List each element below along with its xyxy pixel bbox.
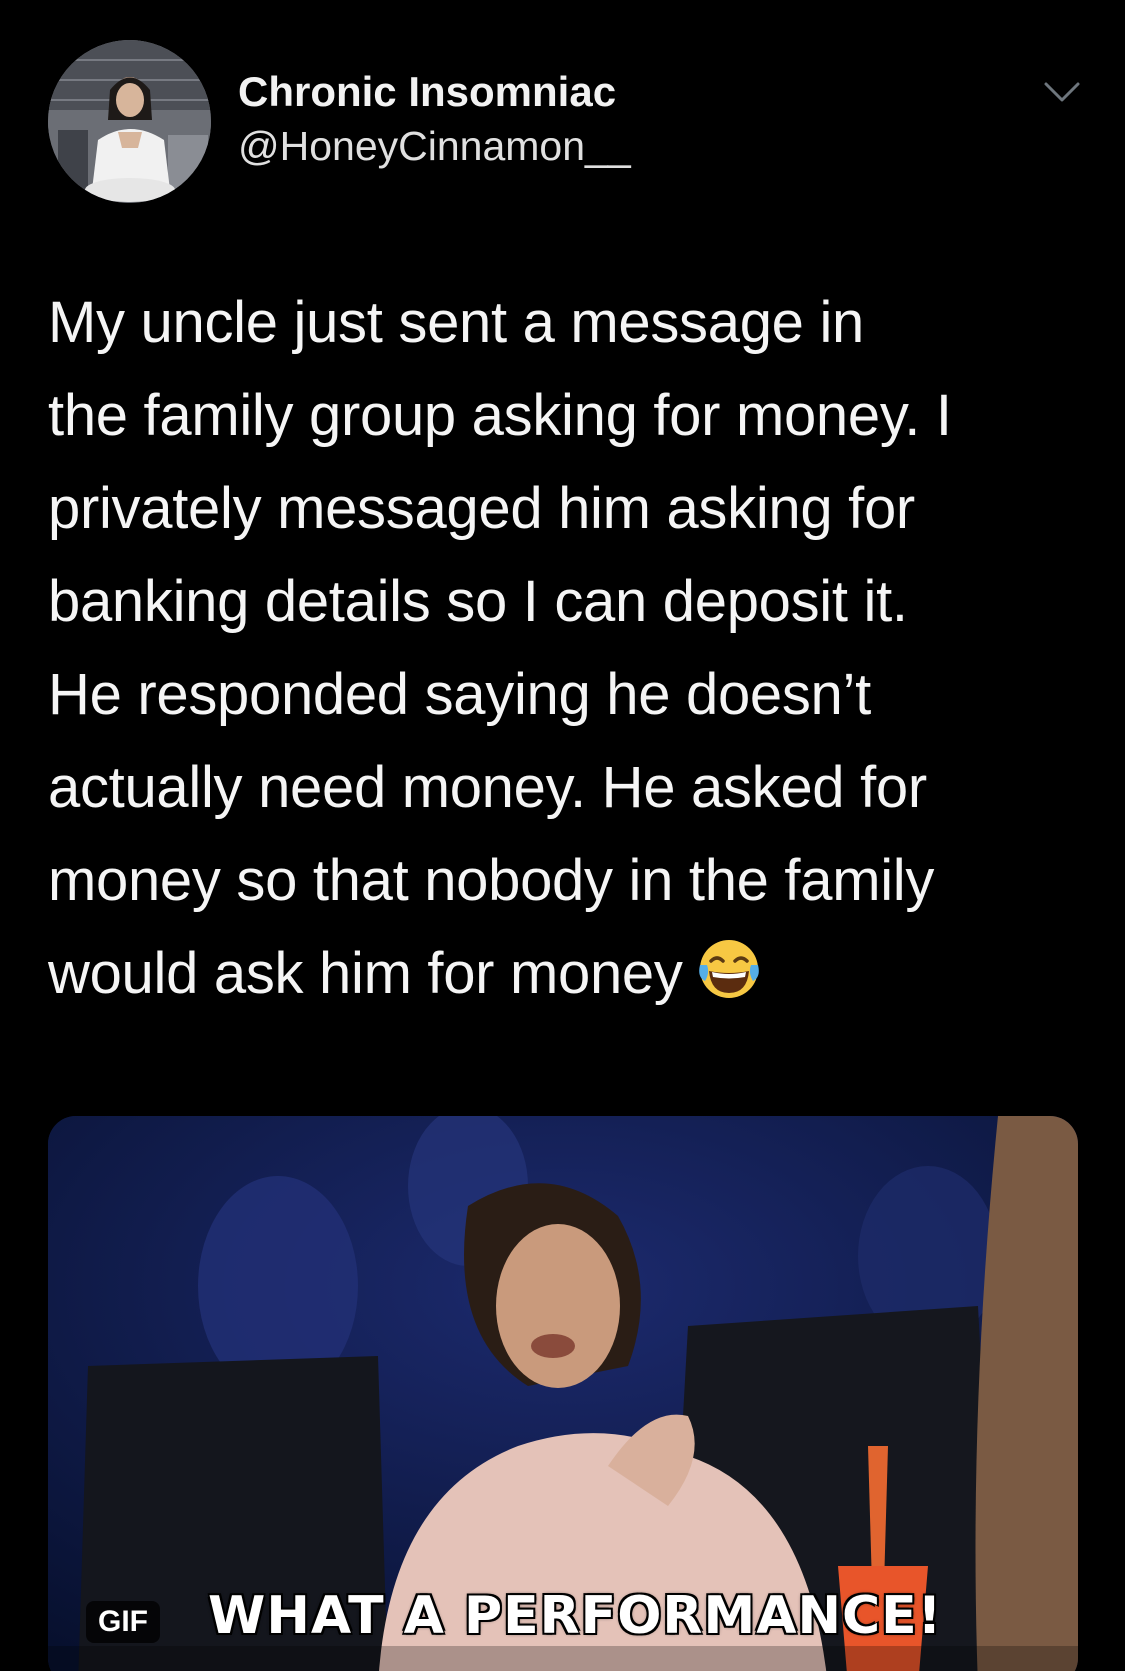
- gif-caption: WHAT A PERFORMANCE!: [208, 1586, 943, 1646]
- user-handle[interactable]: @HoneyCinnamon__: [238, 123, 631, 170]
- display-name[interactable]: Chronic Insomniac: [238, 68, 616, 116]
- tweet-text: My uncle just sent a message in the fami…: [48, 276, 1088, 1020]
- avatar-image: [48, 40, 211, 203]
- tweet-media-gif[interactable]: GIF WHAT A PERFORMANCE!: [48, 1116, 1078, 1671]
- gif-badge: GIF: [86, 1601, 160, 1643]
- face-with-tears-of-joy-icon: [698, 940, 759, 998]
- avatar[interactable]: [48, 40, 211, 203]
- chevron-down-icon[interactable]: [1042, 78, 1082, 106]
- tweet-body: My uncle just sent a message in the fami…: [48, 290, 952, 1006]
